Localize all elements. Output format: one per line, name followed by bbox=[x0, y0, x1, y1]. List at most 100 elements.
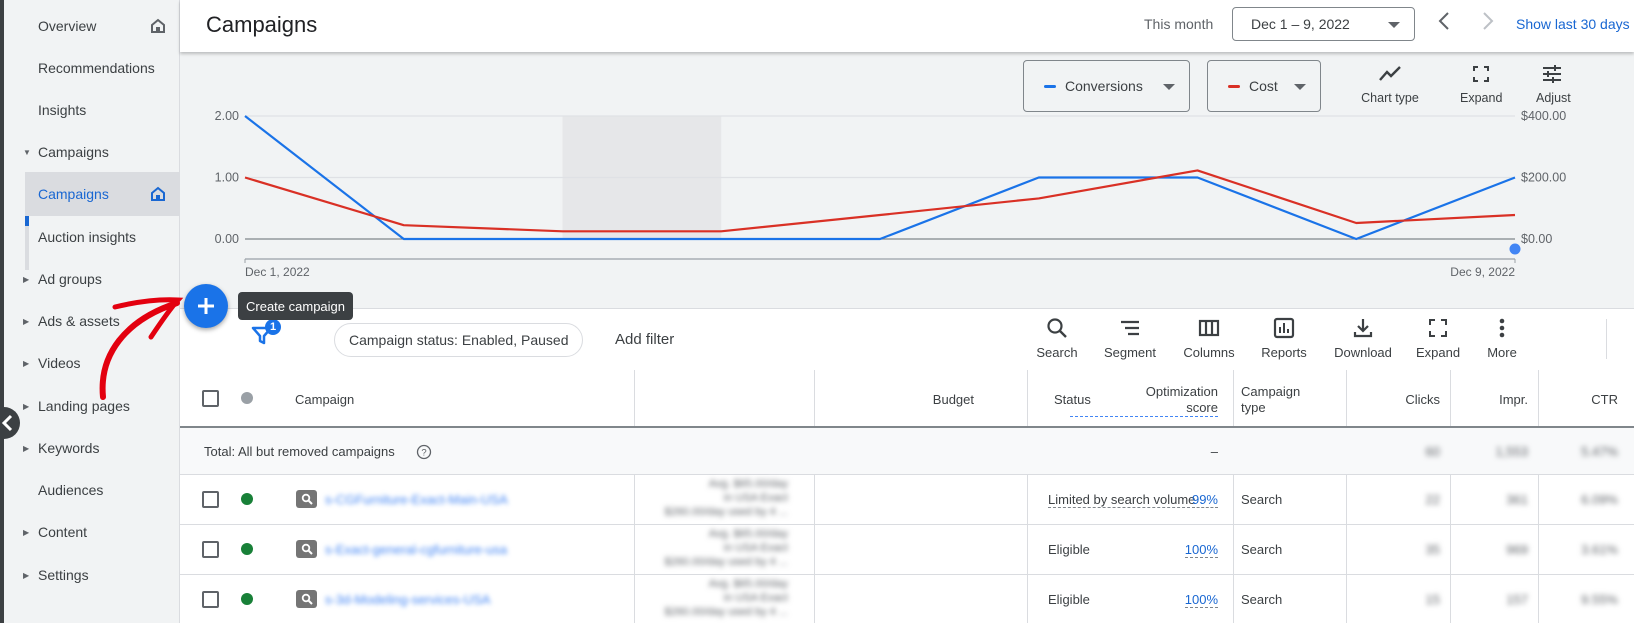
campaign-name-link[interactable]: s-Exact-general-cgfurniture-usa bbox=[325, 542, 507, 557]
col-header-impr[interactable]: Impr. bbox=[1450, 392, 1528, 408]
total-impr: 1,553 bbox=[1495, 444, 1528, 459]
chevron-left-icon bbox=[1, 414, 13, 432]
optimization-score[interactable]: 100% bbox=[1070, 542, 1218, 558]
conversions-legend-swatch bbox=[1044, 84, 1056, 88]
search-label: Search bbox=[1036, 345, 1078, 360]
col-header-cost[interactable]: ↓ Cost bbox=[1618, 392, 1634, 408]
chart-adjust-button[interactable]: Adjust bbox=[1536, 64, 1586, 105]
download-button[interactable]: Download bbox=[1330, 317, 1396, 360]
y-left-tick-label: 1.00 bbox=[215, 171, 239, 185]
date-range-value: Dec 1 – 9, 2022 bbox=[1251, 16, 1350, 32]
enabled-status-dot[interactable] bbox=[241, 493, 253, 505]
reports-button[interactable]: Reports bbox=[1256, 317, 1312, 360]
next-period-button[interactable] bbox=[1476, 11, 1500, 37]
sidebar-item-audiences[interactable]: Audiences bbox=[4, 468, 180, 512]
budget-line: in USA Exact bbox=[723, 592, 788, 604]
sidebar-item-label: Ad groups bbox=[38, 271, 102, 287]
select-all-checkbox[interactable] bbox=[202, 390, 219, 407]
previous-period-button[interactable] bbox=[1432, 11, 1456, 37]
table-expand-button[interactable]: Expand bbox=[1413, 317, 1463, 360]
caret-right-icon: ▶ bbox=[23, 358, 30, 368]
columns-button[interactable]: Columns bbox=[1180, 317, 1238, 360]
col-header-optimization-score[interactable]: Optimization score bbox=[1070, 384, 1218, 417]
y-right-tick-label: $0.00 bbox=[1521, 232, 1552, 246]
segment-icon bbox=[1121, 320, 1139, 336]
create-campaign-tooltip: Create campaign bbox=[238, 292, 353, 320]
segment-button[interactable]: Segment bbox=[1100, 317, 1160, 360]
clicks-value: 22 bbox=[1425, 492, 1440, 507]
help-circle-icon[interactable]: ? bbox=[416, 444, 432, 460]
y-right-tick-label: $400.00 bbox=[1521, 109, 1566, 123]
metric-selector-conversions[interactable]: Conversions bbox=[1023, 60, 1190, 112]
series-line-cost bbox=[244, 169, 1516, 233]
svg-text:?: ? bbox=[421, 448, 426, 459]
home-icon bbox=[151, 18, 165, 33]
caret-down-icon: ▼ bbox=[23, 147, 31, 157]
sidebar-item-overview[interactable]: Overview bbox=[4, 4, 180, 48]
status-dot-header bbox=[241, 392, 253, 404]
col-header-clicks[interactable]: Clicks bbox=[1346, 392, 1440, 408]
chart-type-button[interactable]: Chart type bbox=[1360, 64, 1420, 105]
col-header-campaign-type[interactable]: Campaign type bbox=[1241, 384, 1300, 416]
filter-count-badge: 1 bbox=[265, 319, 281, 335]
sidebar-item-recommendations[interactable]: Recommendations bbox=[4, 46, 180, 90]
expand-label: Expand bbox=[1460, 91, 1503, 105]
columns-icon bbox=[1198, 319, 1220, 337]
cost-value: $245.83 bbox=[1618, 542, 1634, 557]
dropdown-arrow-icon bbox=[1388, 22, 1400, 28]
enabled-status-dot[interactable] bbox=[241, 593, 253, 605]
row-checkbox[interactable] bbox=[202, 591, 219, 608]
sidebar-item-campaigns[interactable]: ▼ Campaigns bbox=[4, 130, 180, 174]
cost-value: $176.46 bbox=[1618, 592, 1634, 607]
cost-value: $412.67 bbox=[1618, 492, 1634, 507]
performance-chart-panel: 0.00 1.00 2.00 $0.00 $200.00 $400.00 Dec 1, 20… bbox=[180, 52, 1634, 308]
date-range-picker[interactable]: Dec 1 – 9, 2022 bbox=[1232, 7, 1415, 41]
row-checkbox[interactable] bbox=[202, 491, 219, 508]
search-button[interactable]: Search bbox=[1032, 317, 1082, 360]
total-label: Total: All but removed campaigns bbox=[204, 444, 395, 459]
optimization-score-value[interactable]: 100% bbox=[1184, 592, 1218, 608]
budget-line: in USA Exact bbox=[723, 492, 788, 504]
campaign-name-link[interactable]: s-3d-Modeling-services-USA bbox=[325, 592, 490, 607]
optimization-score-value[interactable]: 99% bbox=[1191, 492, 1218, 508]
optimization-score[interactable]: 99% bbox=[1070, 492, 1218, 508]
add-filter-button[interactable]: Add filter bbox=[615, 331, 674, 348]
sidebar-item-content[interactable]: ▶ Content bbox=[4, 510, 180, 554]
sidebar-item-label: Audiences bbox=[38, 482, 104, 498]
download-icon bbox=[1353, 319, 1373, 338]
sidebar-item-label: Keywords bbox=[38, 440, 100, 456]
sidebar-item-keywords[interactable]: ▶ Keywords bbox=[4, 426, 180, 470]
sidebar-item-insights[interactable]: Insights bbox=[4, 88, 180, 132]
expand-label: Expand bbox=[1415, 345, 1461, 360]
dropdown-arrow-icon bbox=[1294, 84, 1306, 90]
search-campaign-type-icon bbox=[296, 590, 317, 608]
table-total-row: Total: All but removed campaigns ? – 60 … bbox=[180, 428, 1634, 475]
impr-value: 157 bbox=[1506, 592, 1528, 607]
col-header-campaign[interactable]: Campaign bbox=[295, 392, 354, 408]
row-checkbox[interactable] bbox=[202, 541, 219, 558]
more-button[interactable]: More bbox=[1482, 317, 1522, 360]
ctr-value: 6.09% bbox=[1581, 492, 1618, 507]
create-campaign-button[interactable] bbox=[184, 284, 228, 328]
sidebar-item-campaigns-sub[interactable]: Campaigns bbox=[25, 172, 180, 216]
sidebar-item-settings[interactable]: ▶ Settings bbox=[4, 553, 180, 597]
range-slider-handle[interactable] bbox=[1509, 243, 1521, 255]
impr-value: 969 bbox=[1506, 542, 1528, 557]
col-header-budget[interactable]: Budget bbox=[634, 392, 974, 408]
enabled-status-dot[interactable] bbox=[241, 543, 253, 555]
optimization-score[interactable]: 100% bbox=[1070, 592, 1218, 608]
header-line: type bbox=[1241, 400, 1266, 415]
chart-expand-button[interactable]: Expand bbox=[1460, 64, 1502, 105]
caret-right-icon: ▶ bbox=[23, 570, 30, 580]
table-header-row: Campaign Budget Status Optimization scor… bbox=[180, 370, 1634, 428]
caret-right-icon: ▶ bbox=[23, 443, 30, 453]
campaign-name-link[interactable]: s-CGFurniture-Exact-Main-USA bbox=[325, 492, 508, 507]
campaign-status-filter-chip[interactable]: Campaign status: Enabled, Paused bbox=[334, 323, 584, 357]
sidebar-item-auction-insights[interactable]: Auction insights bbox=[25, 215, 180, 259]
show-last-30-days-link[interactable]: Show last 30 days bbox=[1516, 16, 1630, 32]
optimization-score-value[interactable]: 100% bbox=[1184, 542, 1218, 558]
toolbar-divider bbox=[1606, 319, 1607, 359]
metric-selector-cost[interactable]: Cost bbox=[1207, 60, 1321, 112]
budget-line: $260.00/day used by 4 ... bbox=[664, 506, 788, 518]
col-header-ctr[interactable]: CTR bbox=[1538, 392, 1618, 408]
